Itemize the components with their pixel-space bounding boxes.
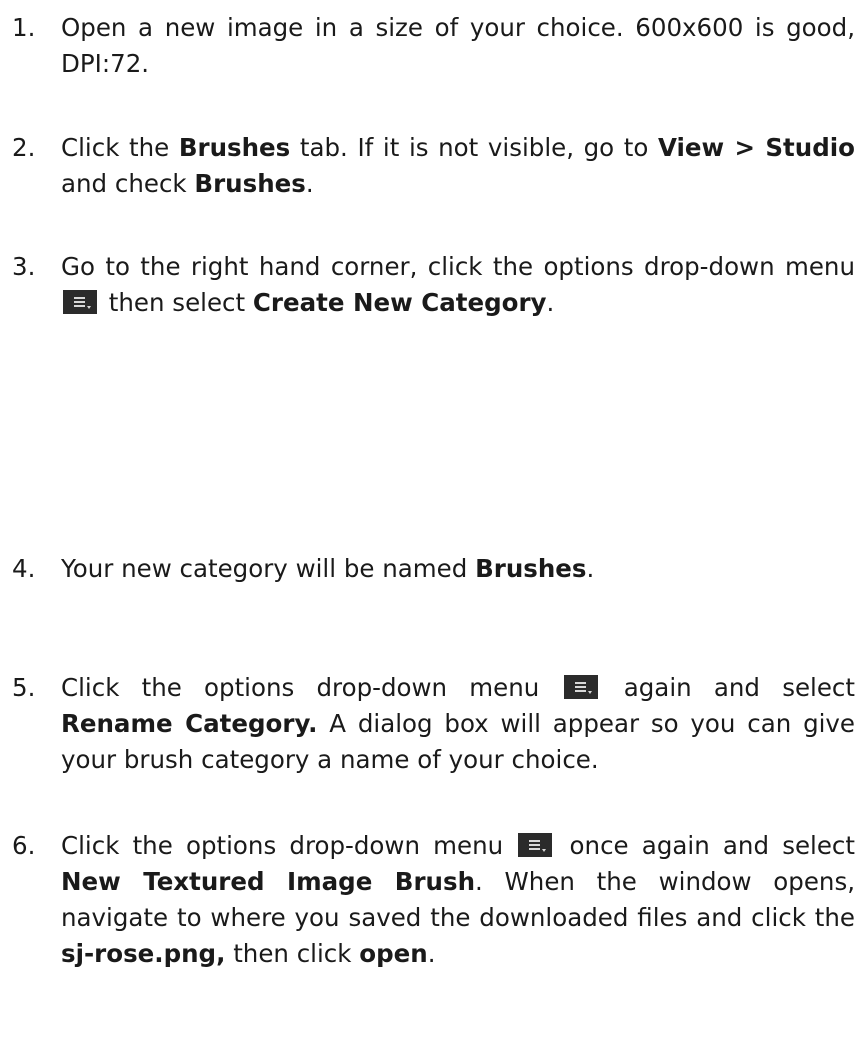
- options-dropdown-menu-icon: [63, 290, 97, 314]
- step-number: 5.: [12, 673, 36, 702]
- step-text-run: once again and select: [556, 831, 855, 860]
- step-text-run: Open a new image in a size of your choic…: [61, 13, 855, 78]
- step-text-run: Go to the right hand corner, click the o…: [61, 252, 855, 281]
- step-text-run: again and select: [601, 673, 855, 702]
- bold-term-brushes: Brushes: [194, 169, 306, 198]
- step-text: Open a new image in a size of your choic…: [61, 10, 855, 82]
- options-dropdown-menu-icon: [563, 675, 598, 699]
- step-text-run: .: [546, 288, 555, 317]
- step-text-run: .: [586, 554, 595, 583]
- step-text-run: .: [305, 169, 314, 198]
- step-text-run: tab. If it is not visible, go to: [290, 133, 658, 162]
- step-text-run: Your new category will be named: [61, 554, 476, 583]
- tutorial-document: 1. Open a new image in a size of your ch…: [0, 0, 861, 1047]
- step-number: 2.: [12, 133, 36, 162]
- step-text-run: and check: [61, 169, 195, 198]
- bold-term-brushes: Brushes: [475, 554, 587, 583]
- step-text: Click the Brushes tab. If it is not visi…: [61, 130, 855, 202]
- bold-term-new-textured-image-brush: New Textured Image Brush: [61, 867, 476, 896]
- bold-term-open: open: [359, 939, 428, 968]
- bold-term-sj-rose-png: sj-rose.png,: [61, 939, 226, 968]
- step-number: 1.: [12, 13, 36, 42]
- bold-term-brushes: Brushes: [178, 133, 291, 162]
- bold-term-view-studio: View > Studio: [657, 133, 855, 162]
- step-text-run: then select: [101, 288, 253, 317]
- step-number: 3.: [12, 252, 36, 281]
- bold-term-create-new-category: Create New Category: [252, 288, 547, 317]
- step-text-run: Click the options drop-down menu: [61, 831, 517, 860]
- step-text-run: Click the: [61, 133, 179, 162]
- step-text-run: .: [427, 939, 436, 968]
- step-text: Go to the right hand corner, click the o…: [61, 249, 855, 321]
- step-text: Click the options drop-down menu again a…: [61, 670, 855, 778]
- step-text: Click the options drop-down menu once ag…: [61, 828, 855, 972]
- step-text-run: Click the options drop-down menu: [61, 673, 562, 702]
- options-dropdown-menu-icon: [518, 833, 553, 857]
- step-text: Your new category will be named Brushes.: [61, 551, 855, 587]
- step-number: 4.: [12, 554, 36, 583]
- bold-term-rename-category: Rename Category.: [61, 709, 318, 738]
- step-number: 6.: [12, 831, 36, 860]
- step-text-run: then click: [225, 939, 360, 968]
